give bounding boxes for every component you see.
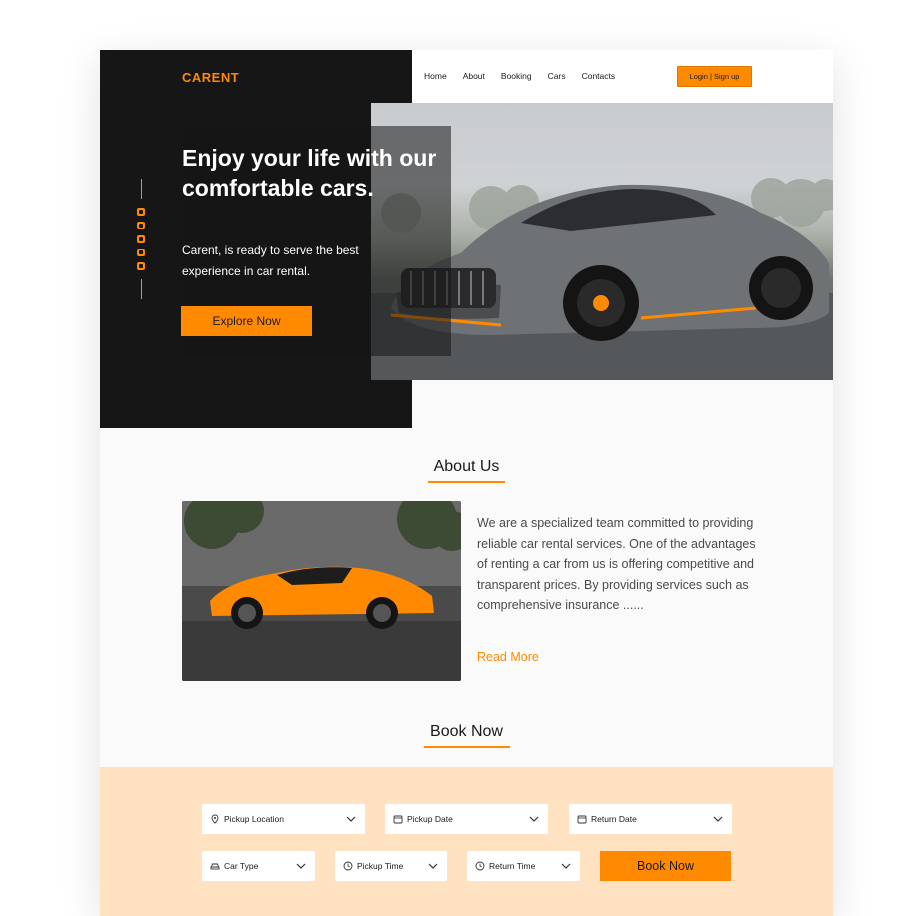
calendar-icon	[577, 815, 587, 824]
nav-contacts[interactable]: Contacts	[582, 71, 616, 81]
clock-icon	[343, 861, 353, 871]
return-time-select[interactable]: Return Time	[467, 851, 580, 881]
car-icon	[210, 863, 220, 870]
nav-home[interactable]: Home	[424, 71, 447, 81]
return-date-select[interactable]: Return Date	[569, 804, 732, 834]
about-description: We are a specialized team committed to p…	[477, 516, 756, 612]
return-time-label: Return Time	[489, 861, 536, 871]
booking-title-underline	[423, 746, 510, 748]
car-type-label: Car Type	[224, 861, 259, 871]
chevron-down-icon	[296, 863, 306, 869]
about-title-text: About Us	[433, 458, 500, 475]
return-date-label: Return Date	[591, 814, 637, 824]
nav-booking[interactable]: Booking	[501, 71, 532, 81]
top-nav: Home About Booking Cars Contacts Login |…	[412, 50, 833, 103]
chevron-down-icon	[529, 816, 539, 822]
social-divider-top	[140, 179, 142, 200]
booking-title-text: Book Now	[430, 723, 503, 740]
social-links	[136, 179, 146, 299]
pickup-time-label: Pickup Time	[357, 861, 404, 871]
about-section-title: About Us	[100, 458, 833, 483]
booking-form: Pickup Location Pickup Date Return Date …	[100, 767, 833, 916]
location-pin-icon	[211, 814, 219, 824]
pickup-date-select[interactable]: Pickup Date	[385, 804, 548, 834]
login-signup-button[interactable]: Login | Sign up	[677, 66, 752, 87]
twitter-icon[interactable]	[137, 235, 145, 243]
pinterest-icon[interactable]	[137, 248, 145, 257]
chevron-down-icon	[346, 816, 356, 822]
chevron-down-icon	[561, 863, 571, 869]
about-title-underline	[428, 481, 505, 483]
chevron-down-icon	[428, 863, 438, 869]
social-divider-bottom	[140, 278, 142, 299]
pickup-date-label: Pickup Date	[407, 814, 453, 824]
pickup-location-label: Pickup Location	[224, 814, 285, 824]
facebook-icon[interactable]	[137, 208, 145, 216]
about-car-image	[182, 501, 461, 681]
clock-icon	[475, 861, 485, 871]
pickup-time-select[interactable]: Pickup Time	[335, 851, 447, 881]
calendar-icon	[393, 815, 403, 824]
nav-cars[interactable]: Cars	[548, 71, 566, 81]
read-more-link[interactable]: Read More	[477, 650, 539, 664]
explore-now-button[interactable]: Explore Now	[181, 306, 312, 336]
nav-about[interactable]: About	[463, 71, 485, 81]
chevron-down-icon	[713, 816, 723, 822]
nav-links: Home About Booking Cars Contacts	[424, 71, 631, 81]
hero-title: Enjoy your life with our comfortable car…	[182, 145, 437, 201]
pickup-location-select[interactable]: Pickup Location	[202, 804, 365, 834]
brand-logo[interactable]: CARENT	[182, 70, 239, 85]
hero-subtitle: Carent, is ready to serve the best exper…	[182, 243, 359, 278]
car-type-select[interactable]: Car Type	[202, 851, 315, 881]
orange-car-illustration	[182, 501, 461, 681]
book-now-button[interactable]: Book Now	[600, 851, 731, 881]
telegram-icon[interactable]	[137, 262, 145, 270]
instagram-icon[interactable]	[137, 221, 145, 230]
booking-section-title: Book Now	[100, 723, 833, 748]
landing-page: CARENT Home About Booking Cars Contacts …	[100, 50, 833, 916]
